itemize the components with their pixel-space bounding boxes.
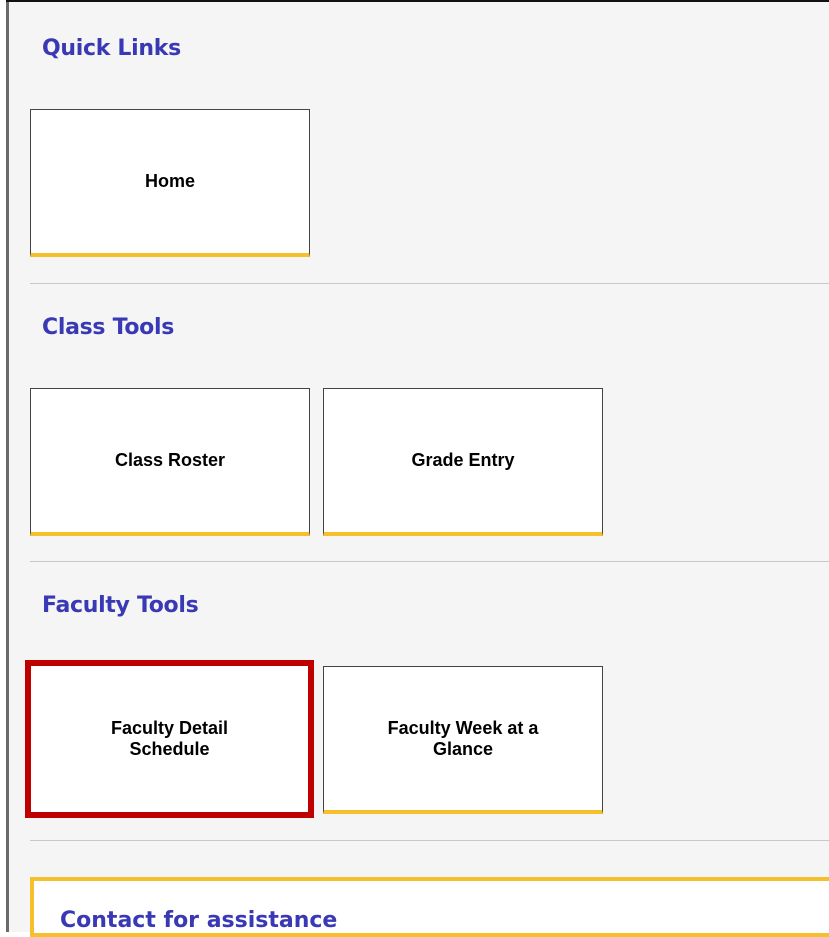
tile-label-faculty-detail-schedule: Faculty Detail Schedule xyxy=(110,718,229,759)
section-title-faculty-tools: Faculty Tools xyxy=(42,593,199,618)
tile-grade-entry[interactable]: Grade Entry xyxy=(323,388,603,536)
tile-faculty-detail-schedule[interactable]: Faculty Detail Schedule xyxy=(25,660,314,818)
tile-class-roster[interactable]: Class Roster xyxy=(30,388,310,536)
tile-faculty-week-at-a-glance[interactable]: Faculty Week at a Glance xyxy=(323,666,603,814)
section-title-class-tools: Class Tools xyxy=(42,315,175,340)
tile-label-grade-entry: Grade Entry xyxy=(411,450,515,470)
section-divider xyxy=(30,561,829,562)
tile-label-faculty-week-at-a-glance: Faculty Week at a Glance xyxy=(387,717,539,759)
section-title-quick-links: Quick Links xyxy=(42,36,181,61)
tile-label-home: Home xyxy=(144,171,195,191)
section-divider xyxy=(30,283,829,284)
section-divider xyxy=(30,840,829,841)
tile-home[interactable]: Home xyxy=(30,109,310,257)
contact-title: Contact for assistance xyxy=(60,908,338,933)
tile-label-class-roster: Class Roster xyxy=(114,450,226,470)
